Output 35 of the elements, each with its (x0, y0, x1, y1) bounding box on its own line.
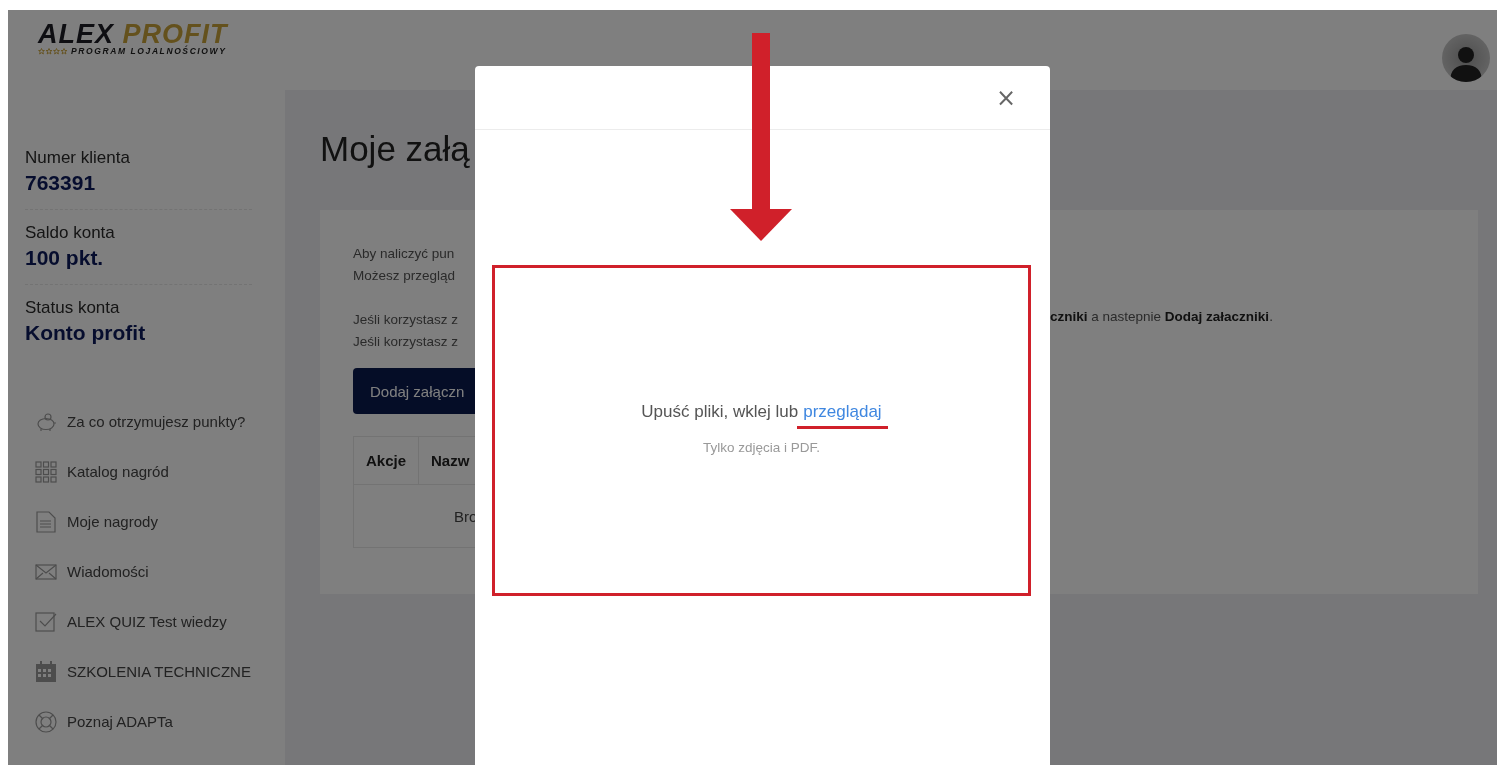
nav-link[interactable]: Wiadomości (67, 561, 149, 583)
drop-zone[interactable]: Upuść pliki, wklej lub przeglądaj Tylko zdjęcia i PDF. (492, 265, 1031, 596)
nav-link[interactable]: Katalog nagród (67, 461, 169, 483)
nav-link[interactable]: ALEX QUIZ Test wiedzy (67, 611, 227, 633)
nav-link[interactable]: SZKOLENIA TECHNICZNE (67, 661, 251, 683)
account-value: Konto profit (25, 321, 147, 345)
column-header: Akcje (353, 436, 419, 485)
calendar-icon (35, 661, 57, 683)
nav-link[interactable]: Poznaj ADAPTa (67, 711, 173, 733)
drop-text: Upuść pliki, wklej lub (641, 402, 799, 422)
intro-text: Możesz przegląd (353, 267, 457, 285)
instruction-text: Jeśli korzystasz z (353, 334, 459, 349)
close-button[interactable]: × (991, 84, 1020, 111)
checkbox-icon (35, 612, 57, 632)
nav-link[interactable]: Za co otrzymujesz punkty? (67, 411, 246, 433)
account-label: Status konta (25, 298, 121, 318)
account-label: Numer klienta (25, 148, 131, 168)
account-label: Saldo konta (25, 223, 116, 243)
grid-icon (35, 461, 57, 483)
file-type-hint: Tylko zdjęcia i PDF. (702, 440, 820, 455)
stars-icon (38, 47, 68, 55)
instruction-text: czniki a nastepnie Dodaj załaczniki. (1050, 309, 1273, 326)
document-icon (36, 511, 56, 533)
account-value: 763391 (25, 171, 97, 195)
envelope-icon (35, 564, 57, 580)
logo-tagline: PROGRAM LOJALNOŚCIOWY (71, 46, 227, 56)
piggy-bank-icon (35, 411, 57, 433)
account-value: 100 pkt. (25, 246, 105, 270)
lifebuoy-icon (35, 711, 57, 733)
instruction-text: Jeśli korzystasz z (353, 312, 459, 327)
nav-link[interactable]: Moje nagrody (67, 511, 158, 533)
avatar-icon[interactable] (1442, 34, 1490, 82)
browse-link[interactable]: przeglądaj (803, 402, 882, 421)
intro-text: Aby naliczyć pun (353, 245, 456, 263)
page-title: Moje załą (320, 128, 471, 170)
